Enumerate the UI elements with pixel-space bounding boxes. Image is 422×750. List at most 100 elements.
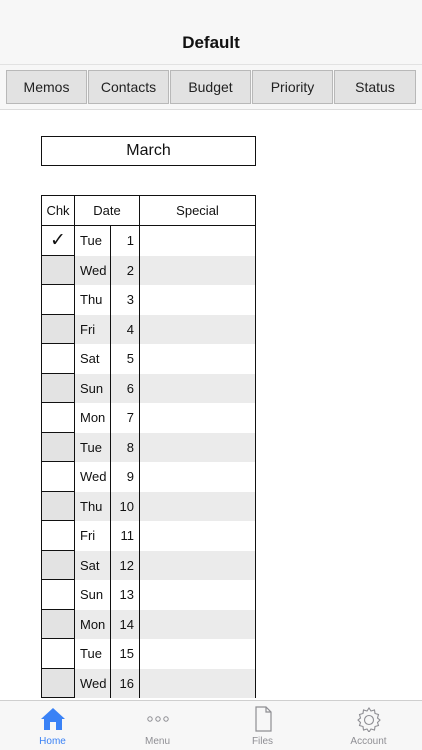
segment-bar: Memos Contacts Budget Priority Status [0, 65, 422, 110]
table-row[interactable]: Mon 14 [41, 609, 256, 639]
special-cell[interactable] [140, 344, 256, 374]
special-cell[interactable] [140, 314, 256, 344]
weekday-label: Mon [80, 410, 106, 426]
page-title: Default [182, 33, 240, 52]
table-row[interactable]: Thu 10 [41, 491, 256, 521]
special-cell[interactable] [140, 668, 256, 698]
table-row[interactable]: Sun 13 [41, 580, 256, 610]
special-cell[interactable] [140, 255, 256, 285]
table-row[interactable]: Sat 12 [41, 550, 256, 580]
tabbar-label: Account [350, 736, 387, 747]
check-box[interactable] [41, 462, 75, 492]
tabbar-home[interactable]: Home [0, 701, 105, 750]
check-box[interactable] [41, 432, 75, 462]
weekday-label: Sun [80, 587, 104, 603]
day-number: 4 [110, 314, 140, 344]
day-number: 15 [110, 639, 140, 669]
day-number: 11 [110, 521, 140, 551]
day-number: 14 [110, 609, 140, 639]
weekday-label: Sun [75, 373, 110, 403]
tab-contacts[interactable]: Contacts [88, 70, 169, 104]
weekday-label: Wed [80, 469, 107, 485]
bottom-tab-bar: Home Menu Files Account [0, 700, 422, 750]
table-row[interactable]: Wed 2 [41, 255, 256, 285]
header-chk: Chk [41, 196, 75, 226]
file-icon [210, 706, 315, 732]
tab-memos[interactable]: Memos [6, 70, 87, 104]
weekday-label: Tue [80, 646, 102, 662]
check-box[interactable] [41, 285, 75, 315]
table-row[interactable]: Tue 8 [41, 432, 256, 462]
table-row[interactable]: Fri 4 [41, 314, 256, 344]
day-number: 8 [110, 432, 140, 462]
table-row[interactable]: Tue 15 [41, 639, 256, 669]
special-cell[interactable] [140, 609, 256, 639]
special-cell[interactable] [140, 285, 256, 315]
special-cell[interactable] [140, 521, 256, 551]
header-date: Date [75, 196, 140, 226]
weekday-label: Sat [80, 351, 100, 367]
month-header[interactable]: March [41, 136, 256, 166]
tabbar-files[interactable]: Files [210, 701, 315, 750]
day-number: 16 [110, 668, 140, 698]
check-box[interactable]: ✓ [41, 226, 75, 256]
check-box[interactable] [41, 403, 75, 433]
day-number: 12 [110, 550, 140, 580]
weekday-label: Thu [75, 491, 110, 521]
table-row[interactable]: Sat 5 [41, 344, 256, 374]
more-icon [105, 706, 210, 732]
table-row[interactable]: Wed 16 [41, 668, 256, 698]
check-box[interactable] [41, 344, 75, 374]
day-number: 10 [110, 491, 140, 521]
tabbar-menu[interactable]: Menu [105, 701, 210, 750]
special-cell[interactable] [140, 373, 256, 403]
weekday-label: Mon [75, 609, 110, 639]
tabbar-account[interactable]: Account [315, 701, 422, 750]
table-header: Chk Date Special [41, 196, 256, 226]
weekday-label: Fri [75, 314, 110, 344]
check-box[interactable] [41, 314, 75, 344]
check-box[interactable] [41, 491, 75, 521]
check-box[interactable] [41, 373, 75, 403]
navigation-bar: Default [0, 0, 422, 65]
table-row[interactable]: ✓ Tue 1 [41, 226, 256, 256]
check-box[interactable] [41, 550, 75, 580]
check-box[interactable] [41, 255, 75, 285]
tab-status[interactable]: Status [334, 70, 416, 104]
weekday-label: Sat [75, 550, 110, 580]
check-box[interactable] [41, 580, 75, 610]
special-cell[interactable] [140, 550, 256, 580]
weekday-label: Tue [80, 233, 102, 249]
table-row[interactable]: Fri 11 [41, 521, 256, 551]
special-cell[interactable] [140, 462, 256, 492]
calendar-grid: Chk Date Special ✓ Tue 1 Wed 2 Thu 3 Fri 4 Sat 5 Su… [41, 195, 256, 698]
table-row[interactable]: Mon 7 [41, 403, 256, 433]
check-box[interactable] [41, 609, 75, 639]
day-number: 2 [110, 255, 140, 285]
tab-budget[interactable]: Budget [170, 70, 251, 104]
table-row[interactable]: Wed 9 [41, 462, 256, 492]
special-cell[interactable] [140, 226, 256, 256]
day-number: 6 [110, 373, 140, 403]
day-number: 1 [110, 226, 140, 256]
weekday-label: Wed [75, 668, 110, 698]
day-number: 13 [110, 580, 140, 610]
special-cell[interactable] [140, 432, 256, 462]
tabbar-label: Menu [144, 736, 170, 747]
table-row[interactable]: Thu 3 [41, 285, 256, 315]
day-number: 3 [110, 285, 140, 315]
tabbar-label: Home [39, 736, 66, 747]
special-cell[interactable] [140, 491, 256, 521]
special-cell[interactable] [140, 639, 256, 669]
special-cell[interactable] [140, 403, 256, 433]
check-box[interactable] [41, 639, 75, 669]
weekday-label: Thu [80, 292, 103, 308]
table-row[interactable]: Sun 6 [41, 373, 256, 403]
tabbar-label: Files [251, 736, 274, 747]
checkmark-icon: ✓ [50, 229, 66, 251]
tab-priority[interactable]: Priority [252, 70, 333, 104]
day-number: 7 [110, 403, 140, 433]
special-cell[interactable] [140, 580, 256, 610]
check-box[interactable] [41, 668, 75, 698]
check-box[interactable] [41, 521, 75, 551]
